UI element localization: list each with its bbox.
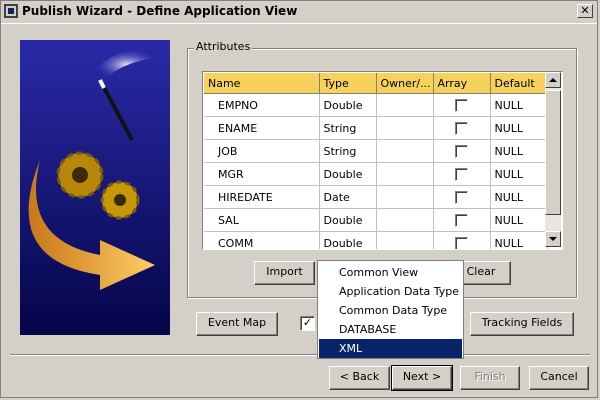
- menu-item-common-view[interactable]: Common View: [319, 263, 462, 282]
- attributes-group-label: Attributes: [194, 40, 253, 53]
- cancel-button[interactable]: Cancel: [529, 366, 589, 390]
- array-checkbox[interactable]: [455, 190, 468, 204]
- array-checkbox[interactable]: [455, 167, 468, 181]
- import-popup-menu: Common View Application Data Type Common…: [317, 260, 464, 359]
- wizard-illustration: [20, 40, 170, 335]
- cell-type: Date: [319, 185, 377, 209]
- separator: [10, 354, 590, 356]
- table-row[interactable]: JOB String NULL: [204, 139, 548, 163]
- event-map-button[interactable]: Event Map: [196, 312, 278, 336]
- close-button[interactable]: ✕: [577, 4, 593, 18]
- cell-owner: [376, 93, 434, 117]
- col-header-default[interactable]: Default: [490, 73, 548, 94]
- next-button-label: Next >: [402, 370, 442, 383]
- back-button-label: < Back: [339, 370, 380, 383]
- cell-type: Double: [319, 93, 377, 117]
- col-header-array[interactable]: Array: [433, 73, 491, 94]
- scroll-thumb[interactable]: [545, 90, 561, 215]
- cell-type: Double: [319, 162, 377, 186]
- tracking-fields-button[interactable]: Tracking Fields: [470, 312, 574, 336]
- clear-button-label: Clear: [466, 265, 496, 278]
- cancel-button-label: Cancel: [540, 370, 578, 383]
- cell-owner: [376, 231, 434, 249]
- import-button-label: Import: [266, 265, 303, 278]
- cell-type: String: [319, 116, 377, 140]
- table-header: Name Type Owner/... Array Default: [204, 73, 548, 94]
- cell-name: COMM: [204, 231, 320, 249]
- cell-name: JOB: [204, 139, 320, 163]
- col-header-type[interactable]: Type: [319, 73, 377, 94]
- array-checkbox[interactable]: [455, 98, 468, 112]
- table-scrollbar[interactable]: [545, 72, 561, 247]
- cell-owner: [376, 162, 434, 186]
- array-checkbox[interactable]: [455, 236, 468, 249]
- col-header-owner[interactable]: Owner/...: [376, 73, 434, 94]
- back-button[interactable]: < Back: [329, 366, 390, 390]
- cell-name: ENAME: [204, 116, 320, 140]
- menu-item-xml[interactable]: XML: [319, 339, 462, 358]
- checkmark-icon: ✓: [302, 316, 313, 329]
- option-checkbox[interactable]: ✓: [300, 316, 315, 331]
- array-checkbox[interactable]: [455, 121, 468, 135]
- attributes-table: Name Type Owner/... Array Default EMPNO …: [202, 71, 563, 250]
- menu-item-common-data-type[interactable]: Common Data Type: [319, 301, 462, 320]
- close-icon: ✕: [580, 4, 590, 17]
- table-row[interactable]: HIREDATE Date NULL: [204, 185, 548, 209]
- cell-default: NULL: [490, 208, 548, 232]
- cell-owner: [376, 116, 434, 140]
- table-row[interactable]: ENAME String NULL: [204, 116, 548, 140]
- window-title: Publish Wizard - Define Application View: [22, 4, 298, 18]
- cell-owner: [376, 208, 434, 232]
- cell-name: EMPNO: [204, 93, 320, 117]
- cell-name: SAL: [204, 208, 320, 232]
- cell-type: Double: [319, 231, 377, 249]
- cell-name: MGR: [204, 162, 320, 186]
- down-arrow-icon: [549, 237, 557, 241]
- cell-name: HIREDATE: [204, 185, 320, 209]
- table-row[interactable]: SAL Double NULL: [204, 208, 548, 232]
- cell-default: NULL: [490, 231, 548, 249]
- scroll-up-button[interactable]: [545, 72, 561, 88]
- cell-type: Double: [319, 208, 377, 232]
- cell-default: NULL: [490, 139, 548, 163]
- scroll-down-button[interactable]: [545, 231, 561, 247]
- finish-button[interactable]: Finish: [460, 366, 520, 390]
- array-checkbox[interactable]: [455, 144, 468, 158]
- cell-default: NULL: [490, 93, 548, 117]
- import-button[interactable]: Import: [254, 261, 315, 285]
- menu-item-application-data-type[interactable]: Application Data Type: [319, 282, 462, 301]
- finish-button-label: Finish: [474, 370, 506, 383]
- next-button[interactable]: Next >: [391, 365, 453, 391]
- menu-item-database[interactable]: DATABASE: [319, 320, 462, 339]
- app-icon: [4, 4, 18, 18]
- cell-default: NULL: [490, 116, 548, 140]
- cell-type: String: [319, 139, 377, 163]
- cell-owner: [376, 185, 434, 209]
- tracking-fields-button-label: Tracking Fields: [481, 316, 563, 329]
- array-checkbox[interactable]: [455, 213, 468, 227]
- cell-owner: [376, 139, 434, 163]
- table-row[interactable]: EMPNO Double NULL: [204, 93, 548, 117]
- col-header-name[interactable]: Name: [204, 73, 320, 94]
- event-map-button-label: Event Map: [207, 316, 267, 329]
- up-arrow-icon: [549, 78, 557, 82]
- table-row[interactable]: COMM Double NULL: [204, 231, 548, 249]
- table-row[interactable]: MGR Double NULL: [204, 162, 548, 186]
- cell-default: NULL: [490, 185, 548, 209]
- cell-default: NULL: [490, 162, 548, 186]
